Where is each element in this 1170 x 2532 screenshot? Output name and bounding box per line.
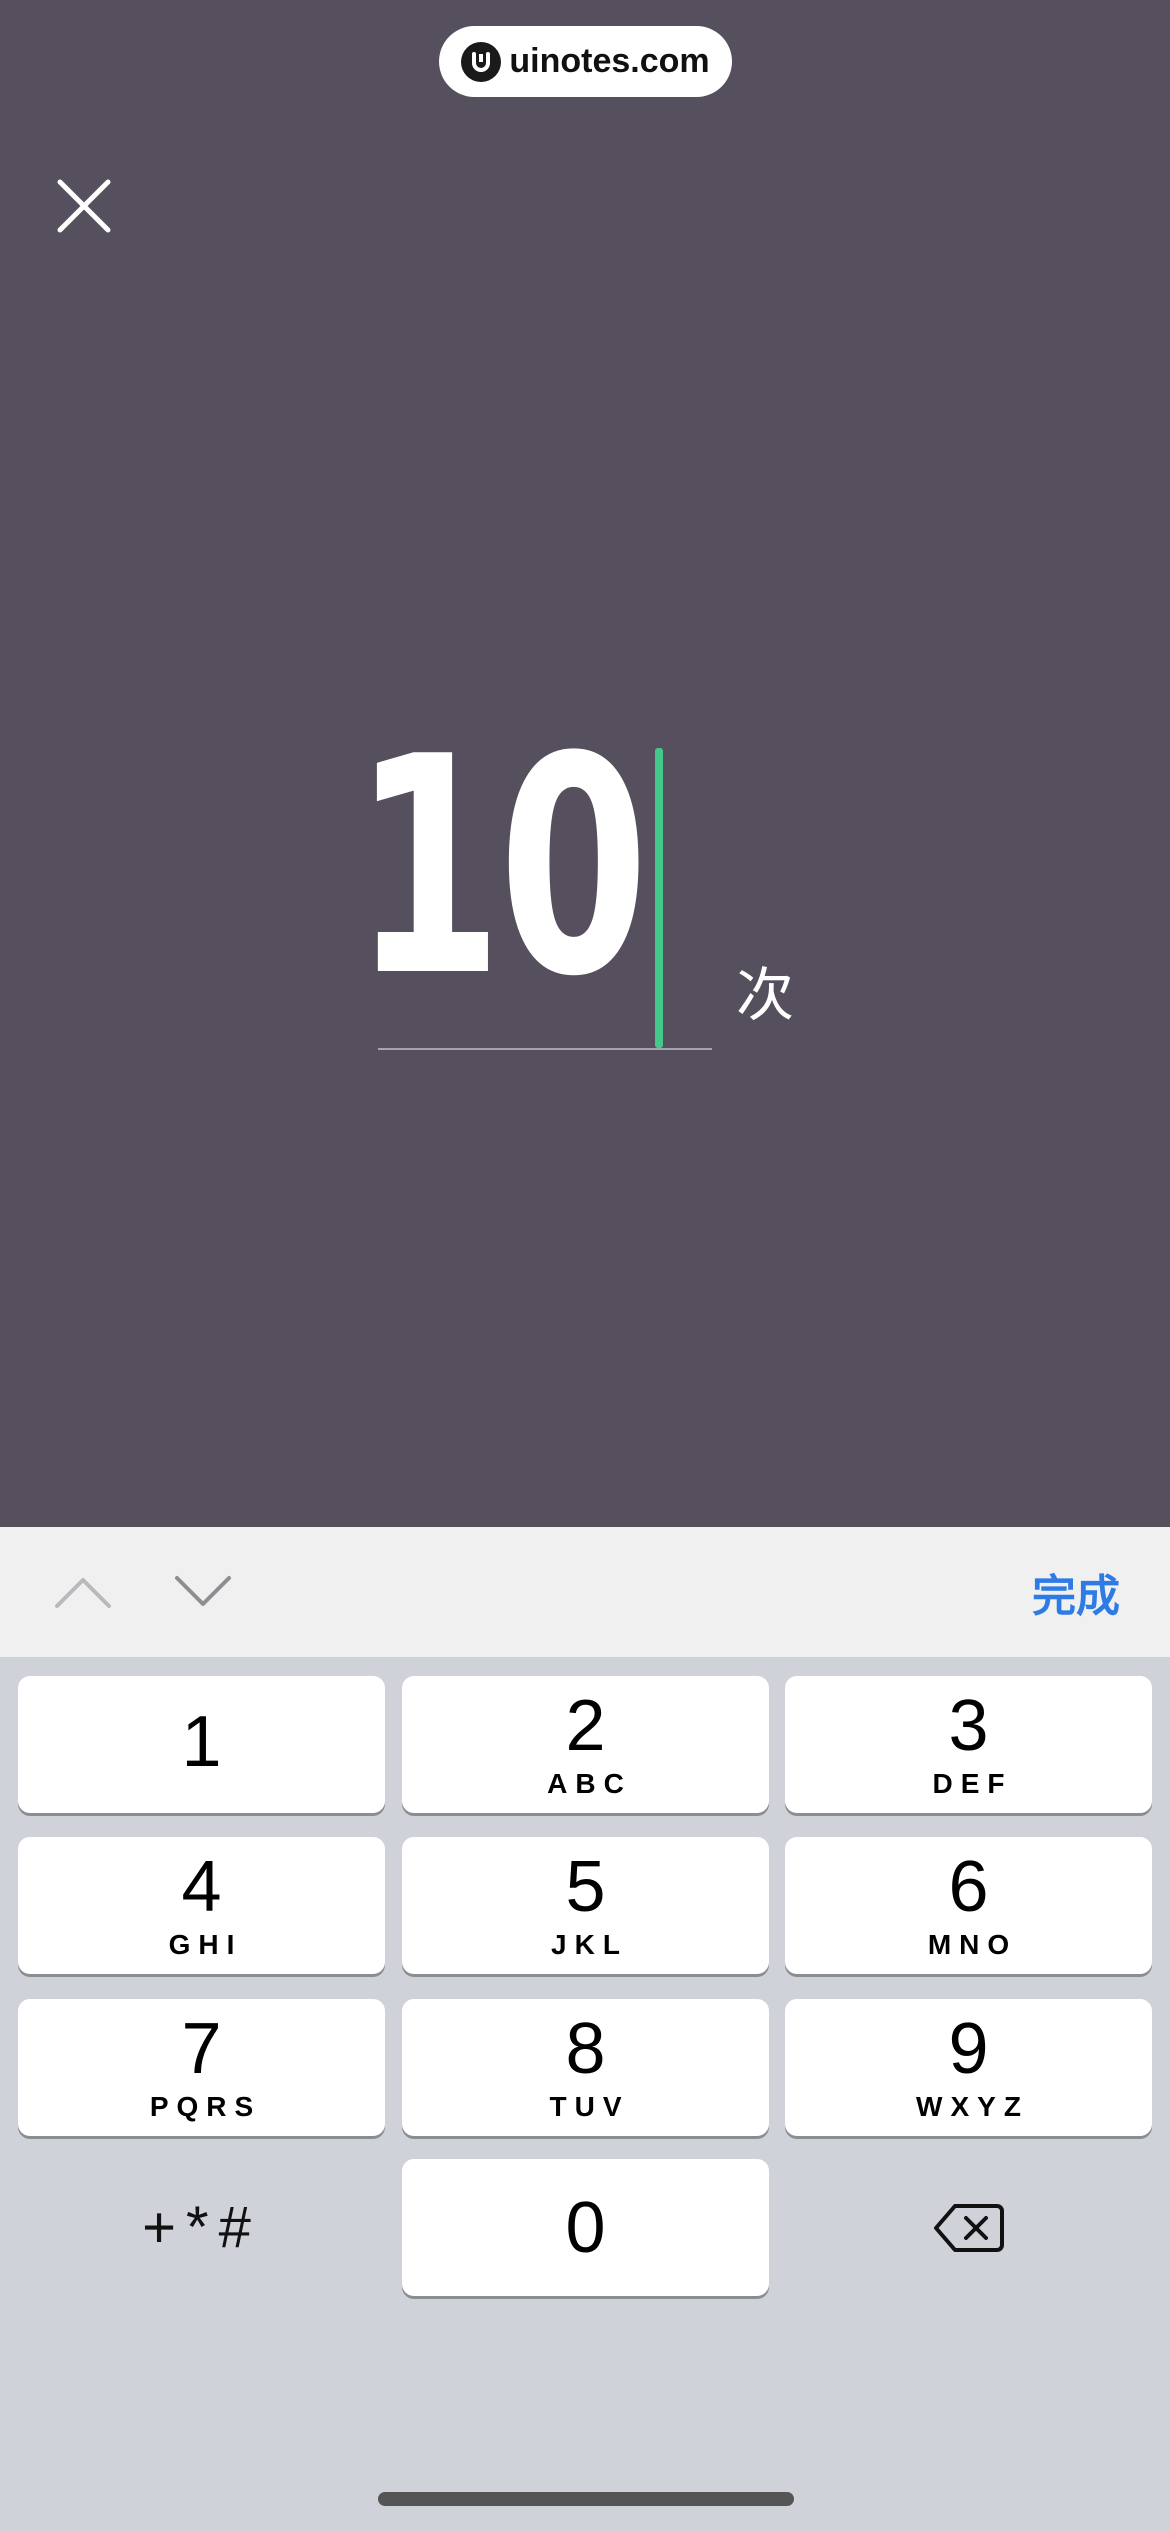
- chevron-down-icon: [175, 1576, 231, 1606]
- key-digit: 2: [565, 1685, 606, 1766]
- text-caret: [655, 748, 663, 1048]
- backspace-icon: [933, 2203, 1004, 2252]
- key-0[interactable]: 0: [402, 2159, 769, 2296]
- key-digit: 9: [948, 2008, 989, 2089]
- uinotes-logo-icon: [461, 41, 502, 82]
- key-letters: JKL: [551, 1928, 628, 1960]
- key-letters: PQRS: [149, 2090, 262, 2122]
- key-1[interactable]: 1: [18, 1676, 385, 1813]
- symbols-key[interactable]: +*#: [18, 2159, 385, 2296]
- key-2[interactable]: 2 ABC: [402, 1676, 769, 1813]
- key-letters: MNO: [927, 1928, 1018, 1960]
- input-screen: uinotes.com 10 次: [0, 0, 1170, 1527]
- key-digit: 4: [181, 1846, 222, 1927]
- key-digit: 5: [565, 1846, 606, 1927]
- count-input-field[interactable]: 10: [352, 700, 712, 1050]
- key-letters: TUV: [549, 2090, 630, 2122]
- next-field-button[interactable]: [168, 1557, 238, 1627]
- key-7[interactable]: 7 PQRS: [18, 1999, 385, 2136]
- key-digit: 7: [181, 2008, 222, 2089]
- key-digit: 8: [565, 2008, 606, 2089]
- key-digit: 1: [181, 1701, 222, 1782]
- key-letters: ABC: [547, 1767, 632, 1799]
- home-indicator[interactable]: [378, 2492, 794, 2506]
- key-8[interactable]: 8 TUV: [402, 1999, 769, 2136]
- key-4[interactable]: 4 GHI: [18, 1837, 385, 1974]
- key-9[interactable]: 9 WXYZ: [785, 1999, 1152, 2136]
- close-button[interactable]: [48, 170, 120, 242]
- key-6[interactable]: 6 MNO: [785, 1837, 1152, 1974]
- previous-field-button[interactable]: [48, 1557, 118, 1627]
- key-digit: 0: [565, 2187, 606, 2268]
- key-3[interactable]: 3 DEF: [785, 1676, 1152, 1813]
- close-icon: [57, 179, 111, 233]
- watermark-badge: uinotes.com: [439, 26, 732, 97]
- key-digit: 3: [948, 1685, 989, 1766]
- input-underline: [378, 1048, 712, 1050]
- unit-label: 次: [736, 963, 795, 1028]
- watermark-text: uinotes.com: [509, 42, 710, 80]
- key-letters: DEF: [932, 1767, 1013, 1799]
- keyboard-accessory-bar: 完成: [0, 1527, 1170, 1657]
- key-letters: WXYZ: [916, 2090, 1029, 2122]
- chevron-up-icon: [55, 1578, 111, 1608]
- key-letters: GHI: [168, 1928, 243, 1960]
- numeric-keypad: 1 2 ABC 3 DEF 4 GHI 5 JKL 6 MNO 7 PQRS 8…: [0, 1657, 1170, 2532]
- delete-key[interactable]: [785, 2159, 1152, 2296]
- done-button[interactable]: 完成: [1032, 1527, 1120, 1657]
- count-value: 10: [352, 693, 648, 1042]
- key-5[interactable]: 5 JKL: [402, 1837, 769, 1974]
- key-digit: 6: [948, 1846, 989, 1927]
